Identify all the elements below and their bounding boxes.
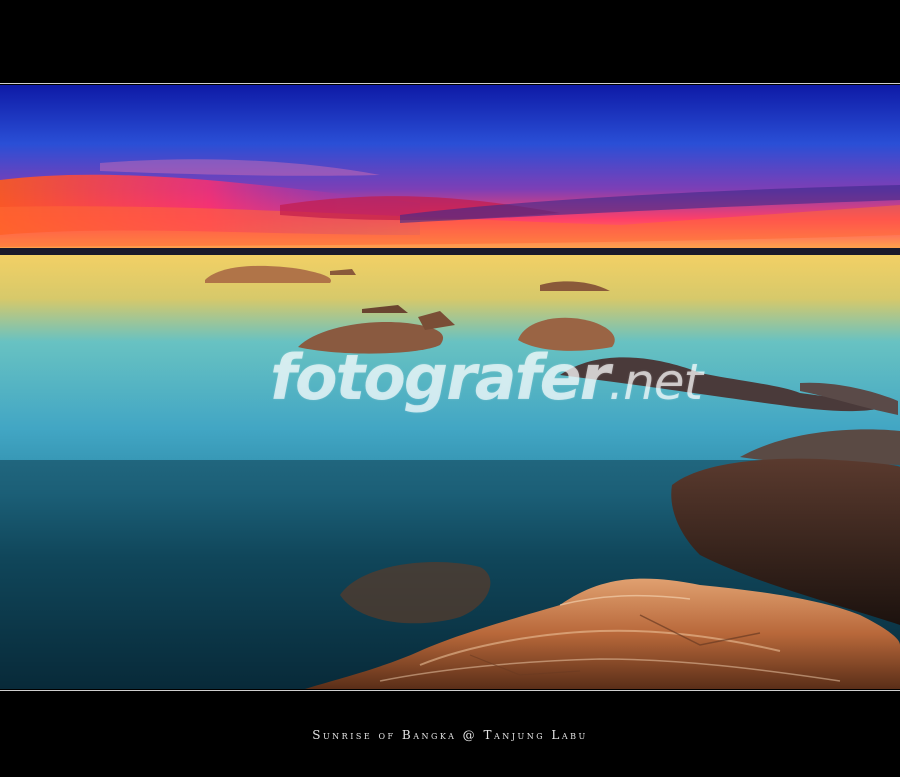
seascape-photo: fotografer.net <box>0 85 900 689</box>
frame-top-rule <box>0 83 900 84</box>
horizon-shore <box>0 248 900 255</box>
frame-bottom-rule <box>0 690 900 691</box>
photo-frame: fotografer.net Sunrise of Bangka @ Tanju… <box>0 0 900 777</box>
watermark-logo: fotografer.net <box>270 347 703 411</box>
photo-caption: Sunrise of Bangka @ Tanjung Labu <box>312 728 588 742</box>
watermark-suffix: .net <box>608 353 703 411</box>
watermark-brand: fotografer <box>270 341 610 414</box>
